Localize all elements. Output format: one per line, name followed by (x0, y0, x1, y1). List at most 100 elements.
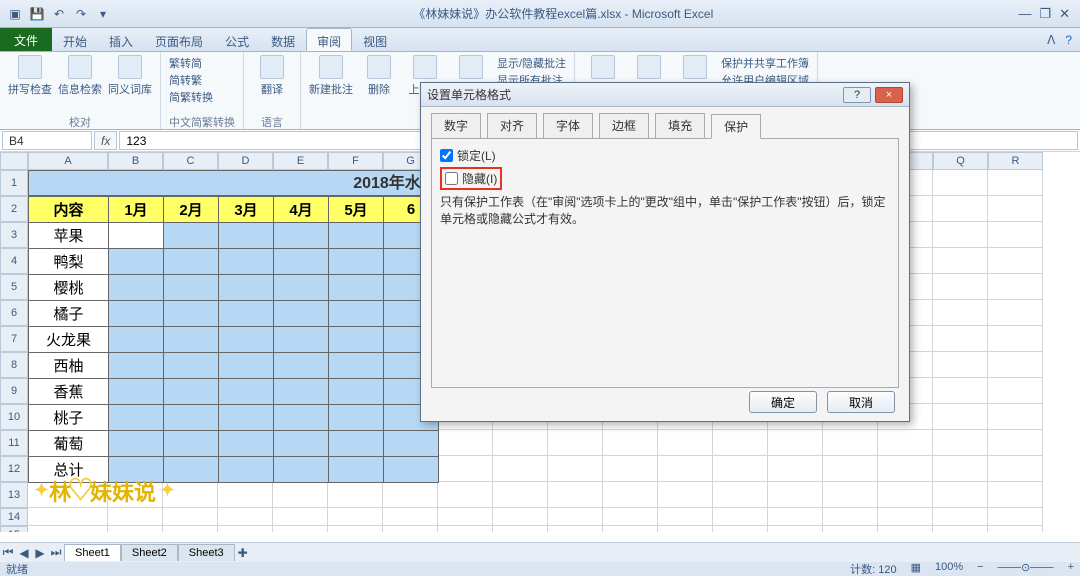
view-normal-icon[interactable]: ▦ (911, 561, 921, 577)
tab-data[interactable]: 数据 (260, 28, 306, 51)
table-cell[interactable] (384, 431, 439, 457)
dlg-tab-fill[interactable]: 填充 (655, 113, 705, 138)
table-cell[interactable] (274, 353, 329, 379)
table-cell[interactable] (274, 379, 329, 405)
tab-formulas[interactable]: 公式 (214, 28, 260, 51)
dialog-close-icon[interactable]: × (875, 87, 903, 103)
table-cell[interactable] (219, 457, 274, 483)
chinese-convert[interactable]: 简繁转换 (169, 89, 213, 105)
table-cell[interactable] (219, 223, 274, 249)
row-header[interactable]: 10 (0, 404, 28, 430)
row-label[interactable]: 香蕉 (29, 379, 109, 405)
spellcheck-button[interactable]: 拼写检查 (8, 55, 52, 97)
table-cell[interactable] (274, 301, 329, 327)
redo-icon[interactable]: ↷ (72, 5, 90, 23)
row-header[interactable]: 7 (0, 326, 28, 352)
tab-home[interactable]: 开始 (52, 28, 98, 51)
help-icon[interactable]: ? (1065, 33, 1072, 47)
tab-page-layout[interactable]: 页面布局 (144, 28, 214, 51)
cancel-button[interactable]: 取消 (827, 391, 895, 413)
trad-to-simp[interactable]: 繁转简 (169, 55, 213, 71)
row-header[interactable]: 3 (0, 222, 28, 248)
table-cell[interactable] (329, 405, 384, 431)
table-cell[interactable] (384, 457, 439, 483)
row-header[interactable]: 9 (0, 378, 28, 404)
row-label[interactable]: 苹果 (29, 223, 109, 249)
table-cell[interactable] (329, 379, 384, 405)
row-label[interactable]: 鸭梨 (29, 249, 109, 275)
sheet-tab-1[interactable]: Sheet1 (64, 544, 121, 561)
table-cell[interactable] (329, 249, 384, 275)
row-header[interactable]: 2 (0, 196, 28, 222)
table-cell[interactable] (109, 301, 164, 327)
col-header[interactable]: E (273, 152, 328, 170)
research-button[interactable]: 信息检索 (58, 55, 102, 97)
table-cell[interactable] (274, 223, 329, 249)
tab-nav-prev[interactable]: ◀ (16, 546, 32, 560)
sheet-tab-2[interactable]: Sheet2 (121, 544, 178, 561)
row-label[interactable]: 葡萄 (29, 431, 109, 457)
col-header[interactable]: B (108, 152, 163, 170)
table-cell[interactable] (109, 275, 164, 301)
row-header[interactable]: 13 (0, 482, 28, 508)
col-header[interactable]: C (163, 152, 218, 170)
zoom-slider[interactable]: ───⊙─── (998, 561, 1054, 577)
col-header[interactable]: F (328, 152, 383, 170)
row-header[interactable]: 4 (0, 248, 28, 274)
show-hide-comment[interactable]: 显示/隐藏批注 (497, 55, 566, 71)
row-header[interactable]: 14 (0, 508, 28, 526)
table-cell[interactable] (274, 249, 329, 275)
table-cell[interactable] (164, 275, 219, 301)
locked-checkbox-row[interactable]: 锁定(L) (440, 147, 890, 164)
table-cell[interactable] (219, 301, 274, 327)
row-header[interactable]: 8 (0, 352, 28, 378)
table-cell[interactable] (274, 431, 329, 457)
table-cell[interactable] (329, 457, 384, 483)
table-cell[interactable] (329, 301, 384, 327)
thesaurus-button[interactable]: 同义词库 (108, 55, 152, 97)
table-cell[interactable] (329, 353, 384, 379)
table-cell[interactable] (219, 353, 274, 379)
table-cell[interactable] (274, 457, 329, 483)
dlg-tab-border[interactable]: 边框 (599, 113, 649, 138)
sheet-tab-3[interactable]: Sheet3 (178, 544, 235, 561)
hidden-checkbox[interactable] (445, 172, 458, 185)
table-cell[interactable] (219, 405, 274, 431)
fx-icon[interactable]: fx (94, 131, 117, 150)
table-cell[interactable] (109, 249, 164, 275)
row-label[interactable]: 桃子 (29, 405, 109, 431)
minimize-icon[interactable]: — (1018, 6, 1031, 22)
name-box[interactable]: B4 (2, 131, 92, 150)
minimize-ribbon-icon[interactable]: ᐱ (1047, 33, 1055, 47)
row-header[interactable]: 1 (0, 170, 28, 196)
table-cell[interactable] (164, 327, 219, 353)
translate-button[interactable]: 翻译 (252, 55, 292, 97)
dlg-tab-protection[interactable]: 保护 (711, 114, 761, 139)
dlg-tab-font[interactable]: 字体 (543, 113, 593, 138)
close-icon[interactable]: ✕ (1059, 6, 1070, 22)
col-header[interactable]: D (218, 152, 273, 170)
table-cell[interactable] (329, 275, 384, 301)
col-header[interactable]: A (28, 152, 108, 170)
table-cell[interactable] (329, 327, 384, 353)
tab-nav-last[interactable]: ⏭ (48, 545, 64, 560)
col-header[interactable]: Q (933, 152, 988, 170)
row-label[interactable]: 橘子 (29, 301, 109, 327)
new-sheet-icon[interactable]: ✚ (235, 546, 251, 560)
table-cell[interactable] (109, 405, 164, 431)
tab-review[interactable]: 审阅 (306, 28, 352, 51)
table-cell[interactable] (329, 223, 384, 249)
table-cell[interactable] (164, 249, 219, 275)
row-header[interactable]: 11 (0, 430, 28, 456)
row-header[interactable]: 12 (0, 456, 28, 482)
table-cell[interactable] (274, 405, 329, 431)
table-cell[interactable] (164, 431, 219, 457)
save-icon[interactable]: 💾 (28, 5, 46, 23)
tab-nav-next[interactable]: ▶ (32, 546, 48, 560)
row-header[interactable]: 6 (0, 300, 28, 326)
tab-nav-first[interactable]: ⏮ (0, 545, 16, 560)
zoom-out-icon[interactable]: − (977, 561, 983, 577)
table-cell[interactable] (109, 327, 164, 353)
ok-button[interactable]: 确定 (749, 391, 817, 413)
delete-comment-button[interactable]: 删除 (359, 55, 399, 97)
